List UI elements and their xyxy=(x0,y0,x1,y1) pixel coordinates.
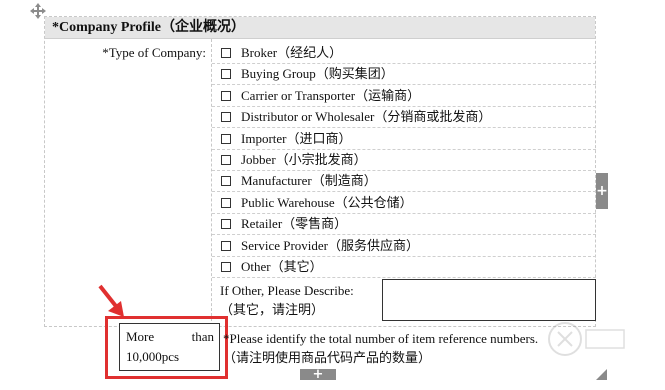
option-label: Other（其它） xyxy=(241,259,323,274)
checkbox[interactable] xyxy=(221,69,231,80)
checkbox[interactable] xyxy=(221,197,231,208)
company-type-option[interactable]: Other（其它） xyxy=(212,257,596,278)
add-row-button[interactable]: + xyxy=(300,368,336,381)
other-describe-input[interactable] xyxy=(382,279,596,321)
item-count-note-line2: （请注明使用商品代码产品的数量） xyxy=(223,350,432,365)
company-type-option[interactable]: Retailer（零售商） xyxy=(212,214,596,236)
company-type-option[interactable]: Jobber（小宗批发商） xyxy=(212,150,596,171)
checkbox[interactable] xyxy=(221,176,231,187)
option-label: Carrier or Transporter（运输商） xyxy=(241,87,421,103)
type-of-company-label: *Type of Company: xyxy=(102,45,206,60)
option-label: Broker（经纪人） xyxy=(241,45,343,60)
option-label: Buying Group（购买集团） xyxy=(241,66,394,82)
add-column-button[interactable]: + xyxy=(596,173,608,209)
company-type-option[interactable]: Public Warehouse（公共仓储） xyxy=(212,193,596,214)
checkbox[interactable] xyxy=(221,48,231,58)
item-count-note-line1: *Please identify the total number of ite… xyxy=(223,331,539,346)
company-type-option[interactable]: Broker（经纪人） xyxy=(212,43,596,64)
option-label: Importer（进口商） xyxy=(241,130,352,146)
option-label: Service Provider（服务供应商） xyxy=(241,237,420,253)
resize-handle-icon[interactable] xyxy=(596,369,607,380)
option-label: Distributor or Wholesaler（分销商或批发商） xyxy=(241,109,492,125)
checkbox[interactable] xyxy=(221,90,231,101)
company-type-option[interactable]: Service Provider（服务供应商） xyxy=(212,236,596,257)
option-label: Jobber（小宗批发商） xyxy=(241,152,367,167)
item-count-note: *Please identify the total number of ite… xyxy=(223,329,538,367)
checkbox[interactable] xyxy=(221,133,231,144)
checkbox[interactable] xyxy=(221,219,231,230)
company-type-option[interactable]: Manufacturer（制造商） xyxy=(212,171,596,193)
company-type-option[interactable]: Buying Group（购买集团） xyxy=(212,64,596,86)
checkbox[interactable] xyxy=(221,155,231,165)
option-label: Manufacturer（制造商） xyxy=(241,173,377,189)
company-type-option[interactable]: Distributor or Wholesaler（分销商或批发商） xyxy=(212,107,596,129)
section-header: *Company Profile（企业概况） xyxy=(45,17,595,39)
option-label: Retailer（零售商） xyxy=(241,216,348,232)
other-describe-label-line2: （其它，请注明） xyxy=(220,302,325,317)
checkbox[interactable] xyxy=(221,240,231,251)
checkbox[interactable] xyxy=(221,262,231,272)
checkbox[interactable] xyxy=(221,112,231,123)
other-describe-label-line1: If Other, Please Describe: xyxy=(220,283,354,298)
highlight-box xyxy=(105,316,228,379)
company-type-option[interactable]: Carrier or Transporter（运输商） xyxy=(212,86,596,107)
annotation-arrow-icon xyxy=(98,284,124,317)
option-label: Public Warehouse（公共仓储） xyxy=(241,194,413,210)
watermark-logo-icon xyxy=(548,322,625,356)
other-describe-label: If Other, Please Describe: （其它，请注明） xyxy=(220,281,354,319)
company-type-option[interactable]: Importer（进口商） xyxy=(212,129,596,150)
